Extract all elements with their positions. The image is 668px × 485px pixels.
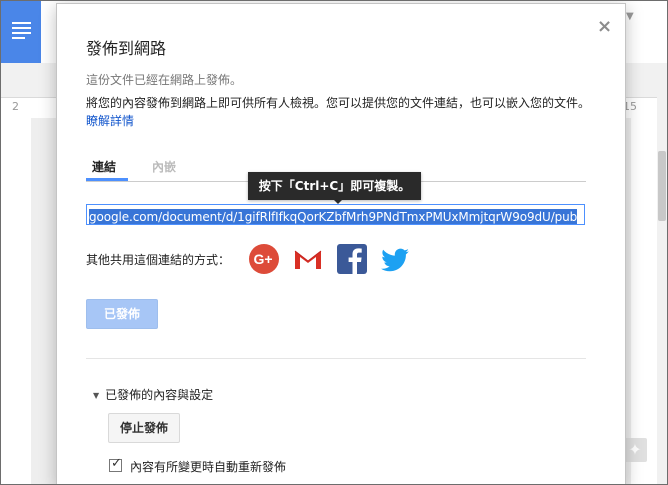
docs-logo-icon[interactable]	[1, 1, 41, 63]
app-frame: ▼ 2 15 ✦ × 發佈到網路 這份文件已經在網路上發佈。 將您的內容發佈到網…	[0, 0, 668, 485]
published-url-field[interactable]: google.com/document/d/1gifRlfIfkqQorKZbf…	[86, 204, 585, 225]
gmail-icon[interactable]	[292, 243, 324, 275]
published-settings-toggle[interactable]: ▼ 已發佈的內容與設定	[93, 386, 213, 403]
auto-republish-checkbox[interactable]: ✓	[109, 456, 122, 472]
caret-down-icon[interactable]: ▼	[626, 11, 634, 22]
copy-tooltip: 按下「Ctrl+C」即可複製。	[248, 172, 421, 200]
auto-republish-label: 內容有所變更時自動重新發佈	[130, 460, 287, 474]
document-page-right	[631, 118, 657, 484]
scrollbar-thumb[interactable]	[658, 151, 666, 221]
published-button[interactable]: 已發佈	[86, 299, 158, 329]
published-url-text: google.com/document/d/1gifRlfIfkqQorKZbf…	[89, 209, 578, 224]
document-page-left	[1, 118, 31, 484]
share-label: 其他共用這個連結的方式：	[86, 253, 231, 267]
published-settings-label: 已發佈的內容與設定	[105, 388, 214, 402]
facebook-icon[interactable]	[336, 243, 368, 275]
triangle-down-icon: ▼	[93, 391, 100, 400]
checkmark-icon: ✓	[111, 456, 122, 471]
section-divider	[86, 358, 586, 359]
stop-publishing-button[interactable]: 停止發佈	[108, 413, 180, 443]
dialog-description: 將您的內容發佈到網路上即可供所有人檢視。您可以提供您的文件連結，也可以嵌入您的文…	[86, 94, 601, 130]
dialog-title: 發佈到網路	[86, 39, 167, 58]
ruler-mark-left: 2	[12, 100, 19, 113]
publish-status: 這份文件已經在網路上發佈。	[86, 73, 243, 87]
tab-embed[interactable]: 內嵌	[152, 158, 176, 175]
svg-text:G+: G+	[253, 251, 272, 267]
description-text: 將您的內容發佈到網路上即可供所有人檢視。您可以提供您的文件連結，也可以嵌入您的文…	[86, 96, 591, 110]
active-tab-indicator	[86, 178, 128, 181]
learn-more-link[interactable]: 瞭解詳情	[86, 114, 134, 128]
publish-dialog: × 發佈到網路 這份文件已經在網路上發佈。 將您的內容發佈到網路上即可供所有人檢…	[56, 3, 626, 484]
explore-icon[interactable]: ✦	[623, 438, 647, 462]
close-icon[interactable]: ×	[597, 16, 612, 37]
twitter-icon[interactable]	[379, 243, 411, 275]
google-plus-icon[interactable]: G+	[248, 243, 280, 275]
tab-link[interactable]: 連結	[92, 158, 116, 175]
